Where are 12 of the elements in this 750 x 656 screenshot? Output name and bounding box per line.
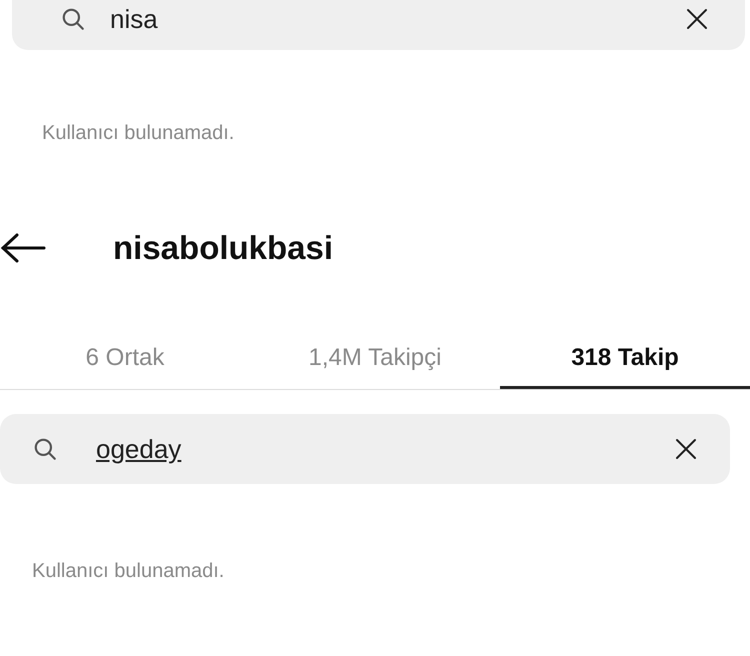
no-results-message: Kullanıcı bulunamadı. — [32, 559, 226, 584]
profile-username: nisabolukbasi — [113, 228, 334, 268]
close-icon[interactable] — [674, 437, 698, 461]
no-results-message: Kullanıcı bulunamadı. — [42, 121, 236, 146]
search-field[interactable]: ogeday — [0, 414, 730, 484]
search-text: nisa — [110, 2, 159, 36]
search-icon — [32, 436, 58, 462]
search-icon — [60, 6, 86, 32]
tab[interactable]: 318 Takip — [500, 330, 750, 389]
search-field[interactable]: nisa — [12, 0, 745, 50]
search-text: ogeday — [96, 432, 182, 466]
close-icon[interactable] — [685, 7, 709, 31]
